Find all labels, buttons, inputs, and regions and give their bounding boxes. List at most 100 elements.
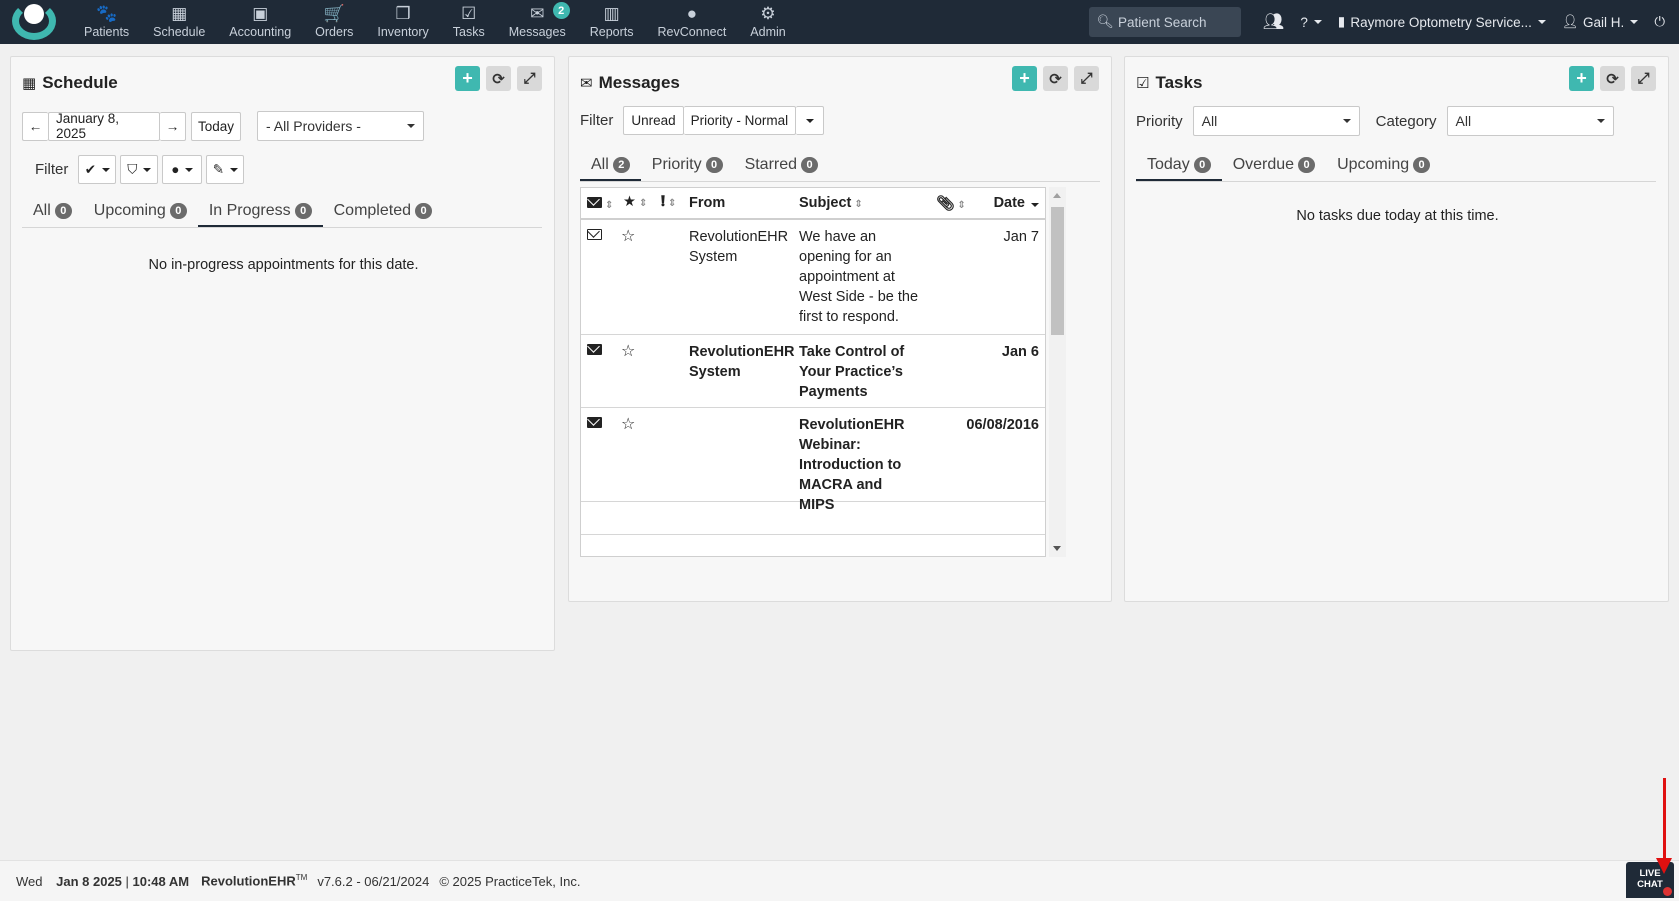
message-subject: RevolutionEHR Webinar: Introduction to M… [799, 417, 905, 513]
arrow-left-icon: ← [28, 118, 43, 134]
add-button[interactable]: + [455, 66, 480, 91]
nav-label: Tasks [452, 25, 485, 39]
tab-all[interactable]: All 2 [580, 149, 641, 182]
star-outline-icon[interactable]: ☆ [621, 226, 635, 246]
nav-schedule[interactable]: ▦ Schedule [141, 0, 217, 44]
date-picker[interactable]: January 8, 2025 [48, 111, 160, 141]
scroll-thumb[interactable] [1051, 207, 1064, 335]
unread-filter-button[interactable]: Unread [623, 106, 684, 135]
envelope-icon[interactable] [587, 343, 602, 359]
patient-search-input[interactable] [1117, 14, 1238, 30]
date-sort-header[interactable]: Date [994, 195, 1039, 211]
search-icon: 🔍︎ [1096, 14, 1114, 29]
refresh-button[interactable]: ⟳ [1043, 66, 1068, 91]
provider-select[interactable]: - All Providers - [257, 111, 424, 141]
star-outline-icon[interactable]: ☆ [621, 414, 635, 434]
tab-count: 0 [415, 203, 432, 219]
tab-all[interactable]: All 0 [22, 195, 83, 227]
patient-search[interactable]: 🔍︎ [1088, 7, 1241, 37]
nav-accounting[interactable]: ▣ Accounting [217, 0, 303, 44]
cubes-icon: ❒ [395, 4, 411, 23]
messages-scrollbar[interactable] [1049, 187, 1066, 557]
status-filter[interactable]: ✔ [78, 155, 117, 184]
tab-label: All [33, 202, 51, 219]
scroll-up-arrow[interactable] [1053, 193, 1061, 198]
help-menu[interactable]: ? [1300, 15, 1322, 30]
table-row[interactable]: ☆ RevolutionEHR System We have an openin… [581, 220, 1045, 335]
filter-dropdown-toggle[interactable] [796, 106, 825, 135]
nav-reports[interactable]: ▥ Reports [578, 0, 646, 44]
nav-orders[interactable]: 🛒 Orders [303, 0, 365, 44]
new-message-button[interactable]: + [1012, 66, 1037, 91]
empty-row [581, 535, 1045, 556]
tab-divider [1136, 181, 1656, 182]
category-value: All [1455, 113, 1472, 129]
nav-revconnect[interactable]: ● RevConnect [646, 0, 739, 44]
tab-starred[interactable]: Starred 0 [734, 149, 829, 181]
tab-divider [580, 181, 1100, 182]
comments-filter[interactable]: ● [162, 155, 203, 184]
edit-filter[interactable]: ✎ [206, 155, 245, 184]
subject-sort-header[interactable]: Subject ⇕ [799, 195, 863, 211]
scroll-down-arrow[interactable] [1053, 546, 1061, 551]
tab-in-progress[interactable]: In Progress 0 [197, 195, 323, 228]
money-icon: ▣ [252, 4, 269, 23]
envelope-open-icon[interactable] [587, 228, 602, 244]
nav-label: Messages [508, 25, 566, 39]
messages-title-text: Messages [598, 73, 680, 92]
priority-sort-header[interactable]: ❗︎ ⇕ [661, 194, 676, 210]
users-icon[interactable]: 👥︎ [1263, 12, 1285, 32]
comment-icon: ● [686, 4, 698, 23]
envelope-icon[interactable] [587, 416, 602, 432]
expand-button[interactable]: ⤢ [517, 66, 542, 91]
envelope-icon [587, 197, 602, 208]
table-row[interactable]: ☆ RevolutionEHR Webinar: Introduction to… [581, 408, 1045, 513]
expand-button[interactable]: ⤢ [1631, 66, 1656, 91]
tab-count: 2 [612, 157, 630, 173]
check-square-icon: ☑ [461, 4, 477, 23]
tab-overdue[interactable]: Overdue 0 [1222, 149, 1326, 181]
tab-label: Today [1147, 156, 1190, 173]
tab-priority[interactable]: Priority 0 [641, 149, 734, 181]
insurance-filter[interactable]: ⛉ [120, 155, 159, 184]
next-date-button[interactable]: → [160, 111, 186, 141]
priority-select[interactable]: All [1192, 106, 1360, 136]
power-icon[interactable]: ⏻ [1654, 14, 1665, 30]
revolution-logo[interactable] [8, 0, 64, 44]
add-task-button[interactable]: + [1569, 66, 1594, 91]
attachment-sort-header[interactable]: 📎︎ ⇕ [936, 195, 966, 212]
location-menu[interactable]: ▮ Raymore Optometry Service... [1338, 14, 1546, 30]
read-sort-header[interactable]: ⇕ [587, 196, 613, 212]
user-menu[interactable]: 👤︎ Gail H. [1562, 14, 1639, 30]
message-subject: Take Control of Your Practice’s Payments [799, 344, 905, 400]
nav-inventory[interactable]: ❒ Inventory [365, 0, 440, 44]
nav-patients[interactable]: 🐾 Patients [72, 0, 141, 44]
messages-panel: ✉ Messages + ⟳ ⤢ Filter Unread Priority -… [568, 56, 1112, 602]
star-outline-icon[interactable]: ☆ [621, 341, 635, 361]
priority-filter-button[interactable]: Priority - Normal [683, 106, 797, 135]
from-header[interactable]: From [689, 195, 725, 211]
annotation-arrow [1656, 778, 1672, 874]
footer-copyright: © 2025 PracticeTek, Inc. [439, 873, 581, 889]
refresh-button[interactable]: ⟳ [1600, 66, 1625, 91]
refresh-button[interactable]: ⟳ [486, 66, 511, 91]
date-header-label: Date [993, 195, 1025, 211]
tab-count: 0 [705, 157, 723, 173]
tab-upcoming[interactable]: Upcoming 0 [83, 195, 198, 227]
tab-count: 0 [1193, 157, 1211, 173]
tab-today[interactable]: Today 0 [1136, 149, 1222, 182]
tab-upcoming[interactable]: Upcoming 0 [1326, 149, 1441, 181]
priority-value: All [1201, 113, 1218, 129]
tab-completed[interactable]: Completed 0 [323, 195, 443, 227]
table-row[interactable]: ☆ RevolutionEHR System Take Control of Y… [581, 335, 1045, 408]
star-sort-header[interactable]: ★ ⇕ [623, 194, 647, 210]
messages-tools: + ⟳ ⤢ [1012, 66, 1099, 91]
today-button[interactable]: Today [191, 111, 241, 141]
nav-admin[interactable]: ⚙ Admin [738, 0, 797, 44]
prev-date-button[interactable]: ← [22, 111, 48, 141]
nav-messages[interactable]: ✉ Messages 2 [497, 0, 578, 44]
category-select[interactable]: All [1446, 106, 1614, 136]
nav-tasks[interactable]: ☑ Tasks [441, 0, 497, 44]
expand-button[interactable]: ⤢ [1074, 66, 1099, 91]
tab-label: Upcoming [93, 202, 166, 219]
